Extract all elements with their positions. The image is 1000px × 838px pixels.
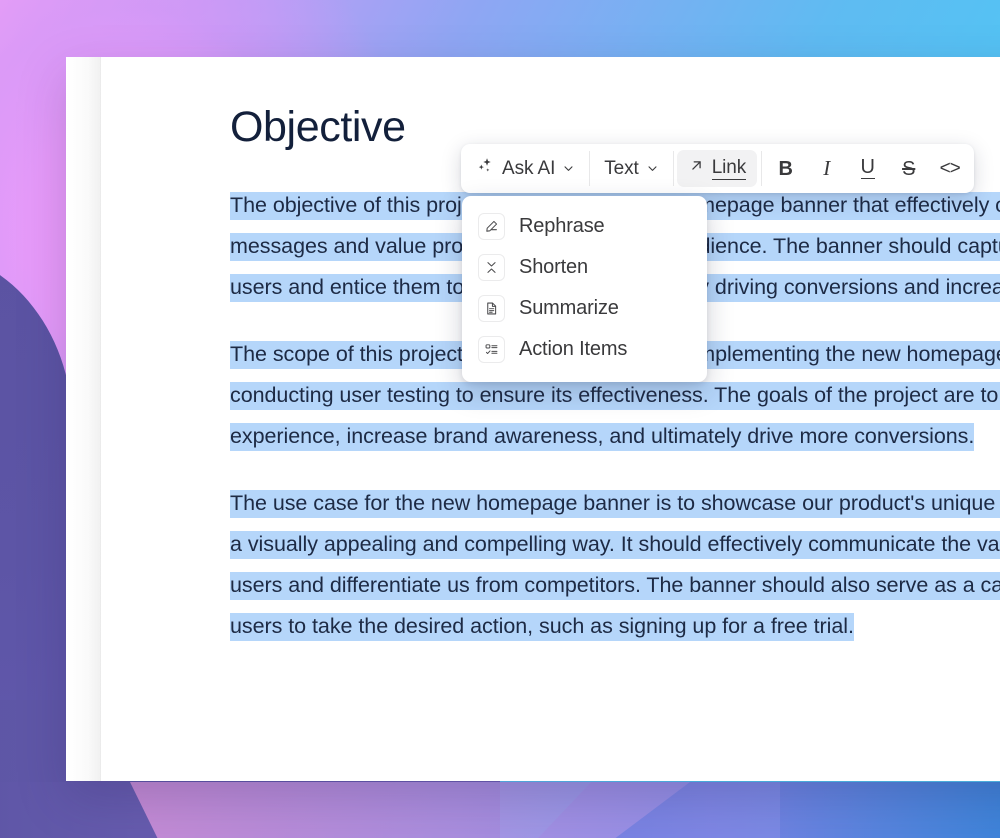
menu-item-label: Action Items	[519, 338, 628, 360]
ask-ai-button[interactable]: Ask AI	[465, 150, 585, 187]
format-toolbar: Ask AI Text Link B I U S <>	[461, 144, 975, 193]
menu-item-summarize[interactable]: Summarize	[462, 288, 707, 329]
page-gutter	[66, 57, 101, 781]
menu-item-label: Rephrase	[519, 215, 605, 237]
menu-item-action-items[interactable]: Action Items	[462, 329, 707, 370]
ask-ai-label: Ask AI	[502, 158, 556, 179]
highlighted-text: The use case for the new homepage banner…	[230, 490, 1000, 641]
underline-button[interactable]: U	[847, 150, 888, 187]
menu-item-label: Summarize	[519, 297, 619, 319]
chevron-down-icon	[564, 166, 573, 171]
code-button[interactable]: <>	[929, 150, 970, 187]
arrow-up-right-icon	[688, 157, 705, 180]
italic-icon: I	[823, 156, 831, 180]
text-style-button[interactable]: Text	[593, 150, 668, 187]
bottom-facet-right	[780, 782, 1000, 838]
ask-ai-dropdown-menu: Rephrase Shorten Summarize Action Items	[462, 196, 707, 382]
menu-item-rephrase[interactable]: Rephrase	[462, 206, 707, 247]
toolbar-group-text-style: Text	[589, 144, 672, 193]
text-style-label: Text	[604, 158, 639, 179]
link-button[interactable]: Link	[676, 150, 758, 187]
chevron-down-icon	[648, 166, 657, 171]
document-paragraph[interactable]: The use case for the new homepage banner…	[230, 483, 1000, 647]
bottom-facet-pink	[130, 782, 690, 838]
toolbar-group-ask-ai: Ask AI	[461, 144, 589, 193]
document-icon	[478, 295, 505, 322]
toolbar-group-link: Link	[672, 144, 761, 193]
strikethrough-icon: S	[902, 157, 916, 180]
sparkle-icon	[476, 156, 495, 181]
menu-item-shorten[interactable]: Shorten	[462, 247, 707, 288]
underline-icon: U	[860, 156, 875, 179]
bold-button[interactable]: B	[765, 150, 806, 187]
code-icon: <>	[939, 158, 961, 179]
bold-icon: B	[778, 157, 793, 180]
toolbar-group-formatting: B I U S <>	[761, 144, 974, 193]
strikethrough-button[interactable]: S	[888, 150, 929, 187]
checklist-icon	[478, 336, 505, 363]
menu-item-label: Shorten	[519, 256, 588, 278]
italic-button[interactable]: I	[806, 150, 847, 187]
pencil-icon	[478, 213, 505, 240]
link-label: Link	[711, 156, 747, 180]
collapse-vertical-icon	[478, 254, 505, 281]
